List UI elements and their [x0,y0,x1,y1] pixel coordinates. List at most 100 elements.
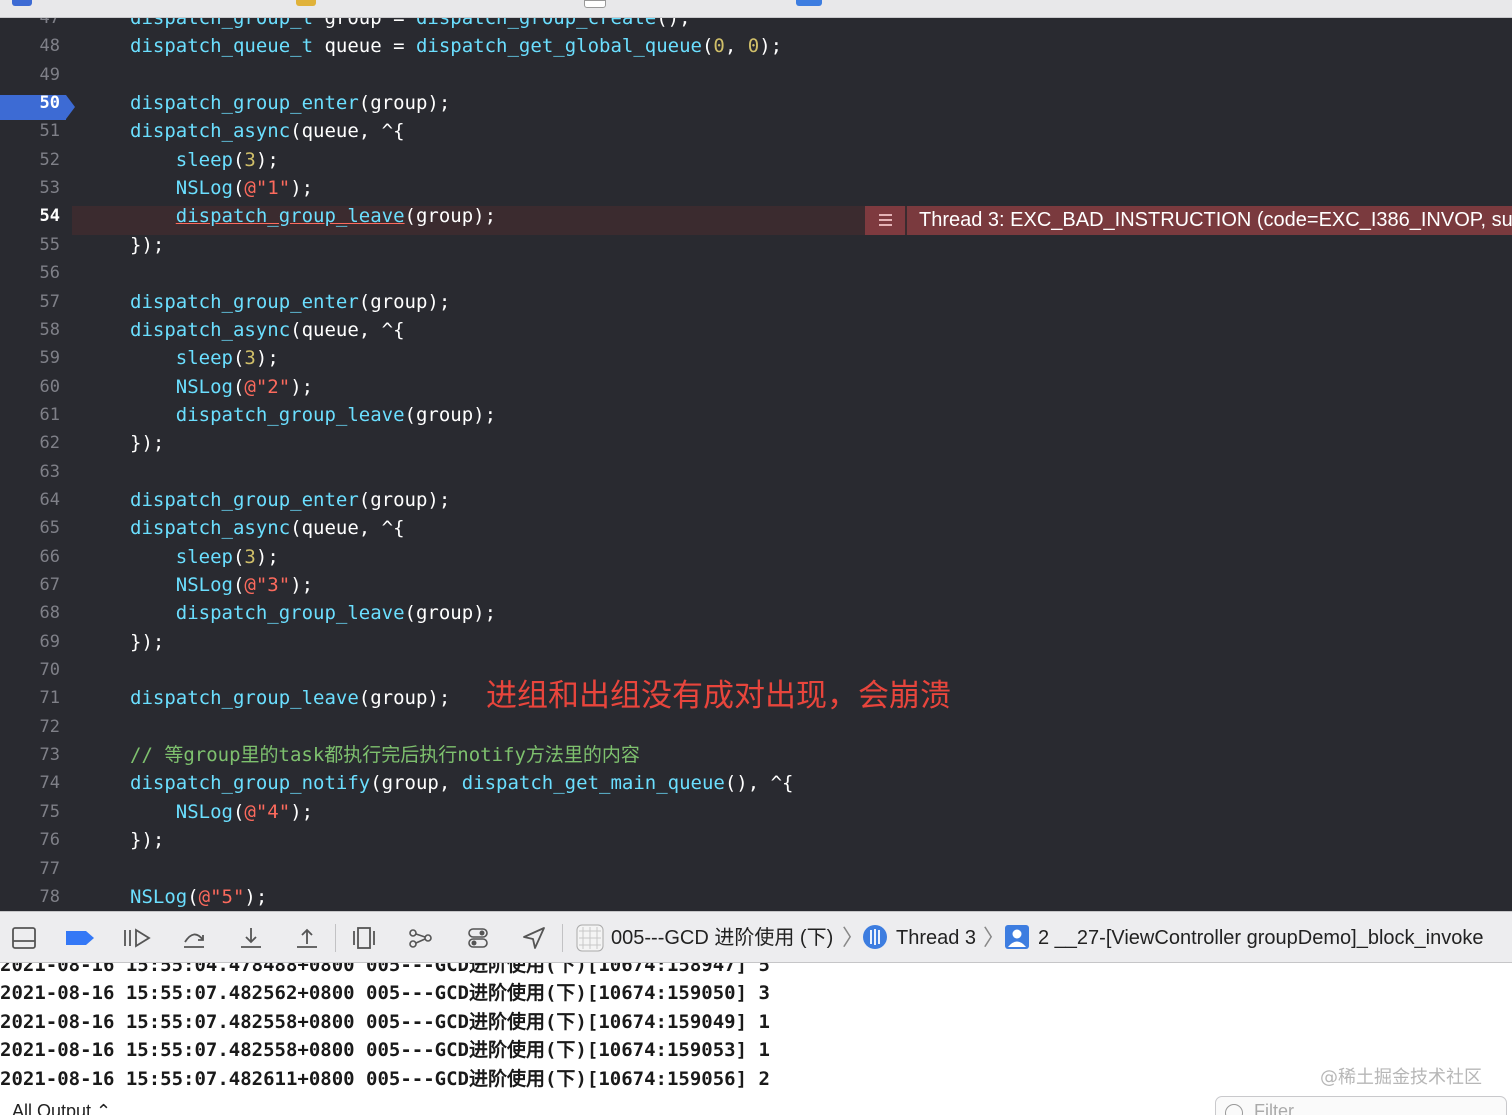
code-token: @"3" [244,574,291,596]
code-token: // 等group里的task都执行完后执行notify方法里的内容 [130,744,640,767]
line-number[interactable]: 64 [0,490,60,510]
line-number[interactable]: 73 [0,745,60,765]
line-number[interactable]: 63 [0,462,60,482]
code-token: ( [701,35,714,58]
code-token: ); [255,347,279,370]
line-number[interactable]: 52 [0,150,60,170]
line-number[interactable]: 69 [0,632,60,652]
code-token: (group); [404,205,497,228]
hide-debug-area-icon[interactable] [11,926,37,950]
line-number[interactable]: 77 [0,859,60,879]
line-number[interactable]: 74 [0,773,60,793]
code-token: @"5" [198,885,245,908]
line-number[interactable]: 72 [0,717,60,737]
line-number[interactable]: 48 [0,36,60,56]
line-number[interactable]: 53 [0,178,60,198]
step-out-icon[interactable] [294,926,320,950]
source-editor[interactable]: 47 48 49 50 51 52 53 54 55 56 57 58 59 60 61 62 63 64 65 66… [0,18,1512,911]
breadcrumb-thread[interactable]: Thread 3 [896,924,976,952]
line-number[interactable]: 61 [0,405,60,425]
code-line: sleep(3); [130,149,279,171]
debug-bar: 005---GCD 进阶使用 (下) 〉 Thread 3 〉 2 __27-[… [0,911,1512,963]
error-message[interactable]: Thread 3: EXC_BAD_INSTRUCTION (code=EXC_… [907,206,1512,235]
error-list-icon[interactable] [865,206,905,235]
console-log-line: 2021-08-16 15:55:07.482562+0800 005---GC… [0,982,770,1005]
code-line: dispatch_group_leave(group); [130,602,496,624]
code-token: 3 [244,347,256,370]
code-token: (group); [404,403,497,426]
filter-input[interactable]: Filter [1215,1096,1507,1115]
line-number[interactable]: 67 [0,575,60,595]
step-over-icon[interactable] [181,926,207,950]
breakpoints-toggle-icon[interactable] [64,926,96,950]
code-token: ); [290,574,314,596]
folder-icon [296,0,316,6]
code-token: NSLog [130,885,188,908]
line-number[interactable]: 51 [0,121,60,141]
code-token: (); [656,18,691,29]
code-token: (queue, ^{ [290,517,405,540]
line-number[interactable]: 62 [0,433,60,453]
code-token: }); [130,233,165,256]
line-number[interactable]: 78 [0,887,60,907]
code-token: dispatch_group_leave [175,205,405,228]
code-token: NSLog [175,375,233,398]
line-number[interactable]: 59 [0,348,60,368]
line-number[interactable]: 71 [0,688,60,708]
symbol-icon [796,0,822,6]
code-token: (group); [358,687,451,710]
code-token: ); [290,375,314,398]
continue-icon[interactable] [122,926,152,950]
breadcrumb-target[interactable]: 005---GCD 进阶使用 (下) [611,924,833,952]
line-number[interactable]: 47 [0,18,60,28]
code-line: dispatch_group_enter(group); [130,489,450,511]
line-number[interactable]: 50 [0,93,60,113]
stack-frame-user-icon [1005,925,1029,949]
code-line: dispatch_group_leave(group); [130,205,496,227]
code-token: (group); [358,290,451,313]
line-number[interactable]: 76 [0,830,60,850]
line-number[interactable]: 66 [0,547,60,567]
output-selector[interactable]: All Output ⌃ [12,1101,111,1115]
code-token: ( [232,800,245,823]
line-number-gutter[interactable]: 47 48 49 50 51 52 53 54 55 56 57 58 59 60 61 62 63 64 65 66… [0,18,75,911]
code-token: (queue, ^{ [290,120,405,143]
code-line: // 等group里的task都执行完后执行notify方法里的内容 [130,744,640,766]
code-token: }); [130,829,165,852]
environment-overrides-icon[interactable] [465,926,491,950]
memory-graph-icon[interactable] [408,926,434,950]
code-token: ( [232,375,245,398]
line-number[interactable]: 68 [0,603,60,623]
code-token: 3 [244,545,256,568]
view-debugger-icon[interactable] [351,926,377,950]
line-number[interactable]: 75 [0,802,60,822]
line-number[interactable]: 56 [0,263,60,283]
code-token: (queue, ^{ [290,318,405,341]
code-token: @"1" [244,177,291,200]
line-number[interactable]: 60 [0,377,60,397]
code-token: ( [232,545,245,568]
line-number[interactable]: 54 [0,206,60,226]
code-token: ( [232,177,245,200]
code-line: dispatch_async(queue, ^{ [130,319,405,341]
code-line: NSLog(@"4"); [130,801,313,823]
step-into-icon[interactable] [238,926,264,950]
line-number[interactable]: 57 [0,292,60,312]
line-number[interactable]: 55 [0,235,60,255]
code-token: dispatch_group_enter [130,290,359,313]
code-token: sleep [175,148,233,171]
line-number[interactable]: 70 [0,660,60,680]
simulate-location-icon[interactable] [521,926,547,950]
code-token: dispatch_group_enter [130,488,359,511]
breadcrumb-frame[interactable]: 2 __27-[ViewController groupDemo]_block_… [1038,924,1483,952]
line-number[interactable]: 58 [0,320,60,340]
line-number[interactable]: 49 [0,65,60,85]
thread-icon [863,925,887,949]
console-output[interactable]: 2021-08-16 15:55:04.478488+0800 005---GC… [0,963,1512,1115]
code-token: ); [244,885,268,908]
line-number[interactable]: 65 [0,518,60,538]
code-line: }); [130,631,164,653]
